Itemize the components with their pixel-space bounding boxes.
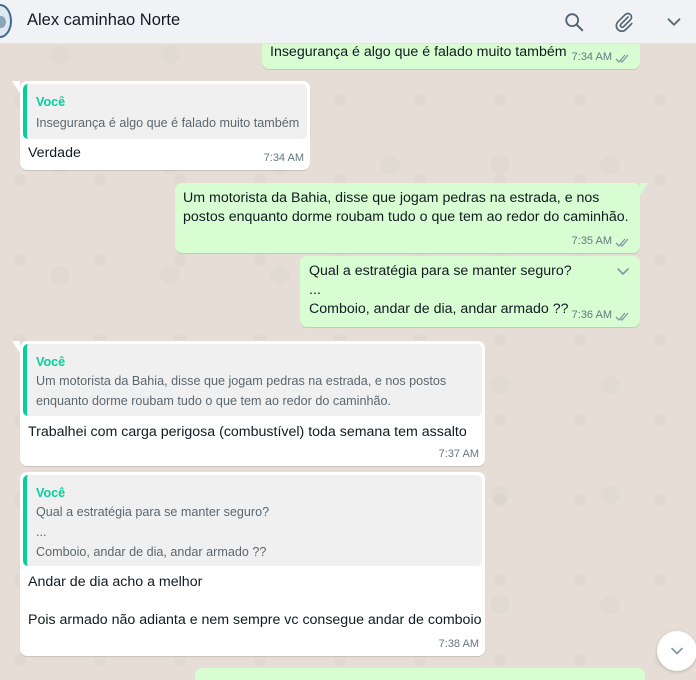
message-text: Verdade	[28, 145, 81, 161]
message-meta: 7:37 AM	[439, 445, 479, 464]
message-time: 7:34 AM	[571, 51, 612, 63]
message-incoming[interactable]: Você Um motorista da Bahia, disse que jo…	[12, 341, 485, 466]
message-time: 7:38 AM	[438, 638, 479, 650]
attach-icon[interactable]	[612, 10, 636, 34]
quoted-message[interactable]: Você Um motorista da Bahia, disse que jo…	[23, 344, 482, 416]
quote-author: Você	[36, 95, 66, 109]
message-text: Qual a estratégia para se manter seguro?…	[309, 263, 572, 317]
read-ticks-icon	[615, 236, 631, 247]
message-text: Trabalhei com carga perigosa (combustíve…	[28, 424, 467, 440]
quote-text: Qual a estratégia para se manter seguro?…	[36, 505, 270, 559]
chevron-down-icon[interactable]	[662, 10, 686, 34]
message-meta: 7:35 AM	[572, 232, 631, 251]
message-time: 7:35 AM	[571, 235, 612, 247]
avatar[interactable]	[0, 4, 12, 38]
message-meta: 7:34 AM	[572, 48, 631, 67]
message-outgoing[interactable]: Um motorista da Bahia, disse que jogam p…	[175, 183, 648, 253]
quoted-message[interactable]: Você Insegurança é algo que é falado mui…	[23, 84, 307, 139]
chevron-down-icon	[671, 647, 683, 655]
contact-name[interactable]: Alex caminhao Norte	[27, 11, 180, 30]
message-text: Andar de dia acho a melhor Pois armado n…	[28, 574, 482, 628]
message-meta: 7:34 AM	[264, 149, 304, 168]
message-menu-chevron-icon[interactable]	[615, 264, 631, 280]
message-incoming[interactable]: Você Qual a estratégia para se manter se…	[20, 472, 485, 656]
quote-text: Insegurança é algo que é falado muito ta…	[36, 116, 300, 130]
quote-text: Um motorista da Bahia, disse que jogam p…	[36, 374, 447, 408]
quote-author: Você	[36, 355, 66, 369]
message-time: 7:36 AM	[571, 309, 612, 321]
message-text: Insegurança é algo que é falado muito ta…	[270, 44, 567, 60]
message-outgoing[interactable]: Qual a estratégia para se manter seguro?…	[300, 256, 640, 327]
message-incoming[interactable]: Você Insegurança é algo que é falado mui…	[12, 81, 310, 170]
read-ticks-icon	[615, 52, 631, 63]
message-time: 7:34 AM	[263, 152, 304, 164]
chat-header: Alex caminhao Norte	[0, 0, 696, 44]
message-time: 7:37 AM	[438, 448, 479, 460]
message-meta: 7:36 AM	[572, 306, 631, 325]
read-ticks-icon	[615, 310, 631, 321]
scroll-to-bottom-button[interactable]	[657, 631, 696, 671]
message-outgoing-partial[interactable]	[195, 668, 645, 680]
search-icon[interactable]	[562, 10, 586, 34]
quote-author: Você	[36, 486, 66, 500]
message-text: Um motorista da Bahia, disse que jogam p…	[183, 190, 629, 225]
message-meta: 7:38 AM	[439, 635, 479, 654]
quoted-message[interactable]: Você Qual a estratégia para se manter se…	[23, 475, 482, 566]
